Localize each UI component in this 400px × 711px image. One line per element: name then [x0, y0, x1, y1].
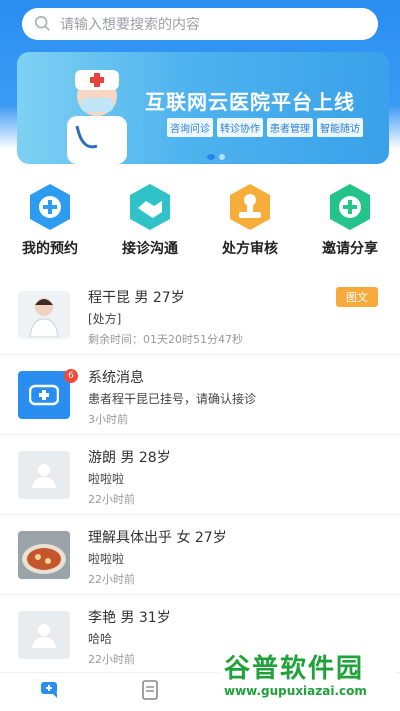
carousel-dot[interactable] [207, 154, 215, 160]
avatar [18, 371, 70, 419]
doctor-illustration [67, 70, 127, 164]
promo-banner[interactable]: 互联网云医院平台上线 咨询问诊 转诊协作 患者管理 智能随访 [17, 52, 389, 164]
message-preview: 哈哈 [88, 632, 113, 646]
message-time: 22小时前 [88, 653, 135, 666]
search-input[interactable]: 请输入想要搜索的内容 [22, 8, 378, 40]
plus-icon [30, 184, 70, 230]
watermark-title: 谷普软件园 [224, 654, 365, 684]
app-screen: 请输入想要搜索的内容 互联网云医院平台上线 咨询问诊 转诊协作 患者管理 智能随… [0, 0, 400, 711]
avatar [18, 451, 70, 499]
message-preview: 啦啦啦 [88, 472, 125, 486]
patient-name: 游朗 男 28岁 [88, 450, 171, 466]
watermark: 谷普软件园 www.gupuxiazai.com [218, 648, 396, 708]
avatar [18, 291, 70, 339]
message-preview: [处方] [88, 312, 122, 326]
patient-name: 系统消息 [88, 370, 144, 386]
carousel-dots[interactable] [207, 154, 225, 160]
message-time: 22小时前 [88, 573, 135, 586]
quick-actions: 我的预约 接诊沟通 处方审核 邀请分享 [0, 182, 400, 258]
watermark-url: www.gupuxiazai.com [224, 684, 367, 698]
quick-action-label: 接诊沟通 [122, 241, 178, 257]
handshake-icon [130, 184, 170, 230]
message-time: 22小时前 [88, 493, 135, 506]
list-item[interactable]: 系统消息 患者程干昆已挂号，请确认接诊 3小时前 [0, 355, 400, 435]
user-placeholder-icon [32, 624, 56, 648]
stamp-icon [230, 184, 270, 230]
system-icon [29, 384, 59, 406]
chat-plus-icon [41, 682, 57, 698]
user-placeholder-icon [32, 464, 56, 488]
list-item[interactable]: 理解具体出乎 女 27岁 啦啦啦 22小时前 [0, 515, 400, 595]
message-preview: 啦啦啦 [88, 552, 125, 566]
quick-action-label: 邀请分享 [322, 241, 378, 257]
banner-tag: 智能随访 [317, 118, 363, 137]
message-list: 程干昆 男 27岁 [处方] 剩余时间：01天20时51分47秒 图文 系统消息… [0, 275, 400, 675]
plus-icon [330, 184, 370, 230]
message-time: 剩余时间：01天20时51分47秒 [88, 333, 243, 346]
message-preview: 患者程干昆已挂号，请确认接诊 [88, 392, 257, 406]
doctor-avatar-icon [29, 298, 59, 337]
banner-tag: 咨询问诊 [167, 118, 213, 137]
quick-action-prescription[interactable]: 处方审核 [200, 182, 300, 258]
banner-tag: 转诊协作 [217, 118, 263, 137]
status-badge: 图文 [336, 287, 378, 307]
search-placeholder: 请输入想要搜索的内容 [60, 17, 200, 33]
banner-tag: 患者管理 [267, 118, 313, 137]
document-icon [142, 680, 158, 700]
carousel-dot[interactable] [219, 154, 225, 160]
quick-action-invite[interactable]: 邀请分享 [300, 182, 400, 258]
patient-name: 理解具体出乎 女 27岁 [88, 530, 227, 546]
list-item[interactable]: 程干昆 男 27岁 [处方] 剩余时间：01天20时51分47秒 图文 [0, 275, 400, 355]
quick-action-consult[interactable]: 接诊沟通 [100, 182, 200, 258]
avatar [18, 611, 70, 659]
quick-action-appointment[interactable]: 我的预约 [0, 182, 100, 258]
banner-tags: 咨询问诊 转诊协作 患者管理 智能随访 [167, 118, 363, 137]
unread-count-badge: 6 [64, 369, 78, 383]
nav-item-records[interactable] [100, 673, 200, 711]
quick-action-label: 处方审核 [222, 241, 278, 257]
message-time: 3小时前 [88, 413, 128, 426]
banner-title: 互联网云医院平台上线 [145, 90, 355, 114]
list-item[interactable]: 游朗 男 28岁 啦啦啦 22小时前 [0, 435, 400, 515]
nav-item-messages[interactable] [0, 673, 100, 711]
search-icon [34, 15, 50, 31]
food-photo [18, 531, 70, 579]
quick-action-label: 我的预约 [22, 241, 78, 257]
avatar [18, 531, 70, 579]
patient-name: 程干昆 男 27岁 [88, 290, 185, 306]
patient-name: 李艳 男 31岁 [88, 610, 171, 626]
